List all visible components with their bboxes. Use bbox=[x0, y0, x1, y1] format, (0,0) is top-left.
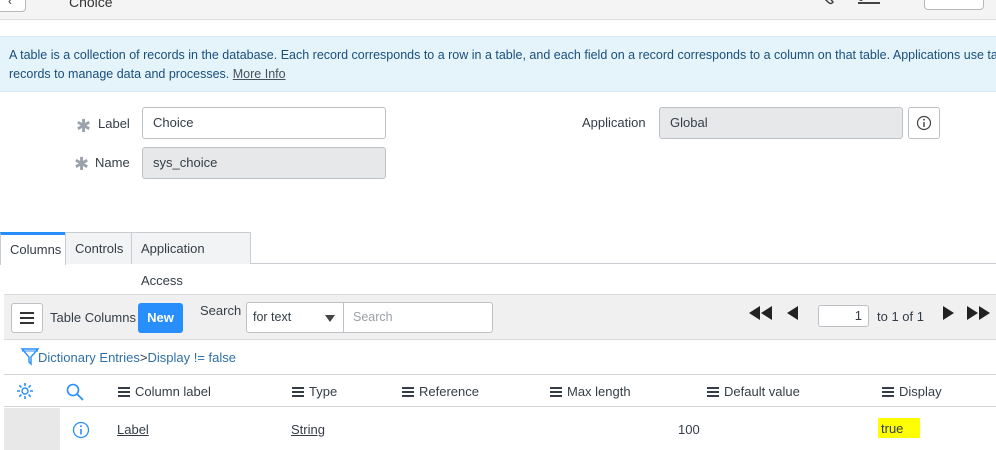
table-row: Label String 100 true bbox=[4, 408, 996, 450]
search-field-select[interactable]: for text bbox=[246, 302, 344, 333]
info-icon[interactable] bbox=[72, 421, 90, 439]
list-title: Table Columns bbox=[50, 310, 136, 325]
cell-column-label[interactable]: Label bbox=[117, 422, 149, 437]
column-header-text: Max length bbox=[567, 384, 631, 399]
column-menu-icon[interactable] bbox=[292, 386, 304, 397]
activity-icon[interactable] bbox=[858, 0, 880, 6]
breadcrumb-root[interactable]: Dictionary Entries bbox=[38, 350, 140, 365]
row-select-gutter[interactable] bbox=[4, 408, 60, 450]
record-header: ‹ Choice bbox=[0, 0, 996, 20]
name-field-label: Name bbox=[95, 155, 130, 170]
column-menu-icon[interactable] bbox=[550, 386, 562, 397]
back-button[interactable]: ‹ bbox=[0, 0, 26, 12]
hamburger-icon bbox=[20, 312, 34, 314]
column-header-column-label[interactable]: Column label bbox=[118, 384, 211, 399]
filter-icon[interactable] bbox=[20, 346, 40, 366]
column-header-text: Reference bbox=[419, 384, 479, 399]
column-header-max-length[interactable]: Max length bbox=[550, 384, 631, 399]
column-header-text: Type bbox=[309, 384, 338, 399]
page-count: to 1 of 1 bbox=[877, 309, 924, 324]
tab-controls[interactable]: Controls bbox=[65, 232, 132, 264]
label-input[interactable]: Choice bbox=[142, 107, 386, 139]
column-header-text: Display bbox=[899, 384, 942, 399]
form-menu-icon[interactable] bbox=[38, 0, 58, 4]
related-list-tabs: Columns Controls Application Access bbox=[0, 232, 996, 288]
list-menu-button[interactable] bbox=[11, 303, 43, 333]
column-header-text: Default value bbox=[724, 384, 800, 399]
tab-application-access[interactable]: Application Access bbox=[131, 232, 251, 288]
search-label: Search bbox=[200, 303, 242, 318]
column-header-default-value[interactable]: Default value bbox=[707, 384, 800, 399]
banner-text-line2: records to manage data and processes. Mo… bbox=[9, 65, 986, 84]
info-icon bbox=[916, 115, 932, 131]
name-input: sys_choice bbox=[142, 147, 386, 179]
page-number-input[interactable]: 1 bbox=[818, 305, 869, 327]
search-input[interactable]: Search bbox=[343, 302, 493, 333]
required-asterisk-icon: ✱ bbox=[76, 116, 92, 136]
cell-max-length: 100 bbox=[678, 422, 700, 437]
first-page-icon[interactable] bbox=[748, 306, 774, 320]
banner-text: records to manage data and processes. bbox=[9, 67, 230, 81]
hamburger-icon-line bbox=[20, 322, 34, 324]
caret-down-icon bbox=[325, 315, 335, 322]
breadcrumb: Dictionary Entries>Display != false bbox=[18, 344, 236, 370]
column-menu-icon[interactable] bbox=[118, 386, 130, 397]
new-button[interactable]: New bbox=[138, 303, 183, 333]
application-info-button[interactable] bbox=[908, 107, 940, 139]
gear-icon[interactable] bbox=[16, 382, 34, 400]
info-banner: A table is a collection of records in th… bbox=[0, 36, 996, 92]
column-header-text: Column label bbox=[135, 384, 211, 399]
previous-page-icon[interactable] bbox=[786, 306, 799, 320]
hamburger-icon-line bbox=[20, 317, 34, 319]
application-input: Global bbox=[659, 107, 903, 139]
column-header-type[interactable]: Type bbox=[292, 384, 337, 399]
column-menu-icon[interactable] bbox=[882, 386, 894, 397]
column-menu-icon[interactable] bbox=[707, 386, 719, 397]
search-field-value: for text bbox=[253, 310, 292, 324]
attachment-icon[interactable] bbox=[818, 0, 836, 6]
tab-columns[interactable]: Columns bbox=[0, 232, 66, 265]
table-header: Column label Type Reference Max length D… bbox=[4, 374, 996, 407]
column-menu-icon[interactable] bbox=[402, 386, 414, 397]
column-header-display[interactable]: Display bbox=[882, 384, 942, 399]
breadcrumb-filter[interactable]: Display != false bbox=[147, 350, 236, 365]
cell-type[interactable]: String bbox=[291, 422, 325, 437]
column-header-reference[interactable]: Reference bbox=[402, 384, 479, 399]
chevron-left-icon: ‹ bbox=[8, 0, 12, 8]
banner-text-line1: A table is a collection of records in th… bbox=[9, 48, 996, 62]
page-title: Choice bbox=[69, 0, 113, 10]
update-button[interactable] bbox=[924, 0, 984, 10]
more-info-link[interactable]: More Info bbox=[233, 67, 286, 81]
cell-display: true bbox=[878, 418, 920, 438]
next-page-icon[interactable] bbox=[942, 306, 955, 320]
label-field-label: Label bbox=[98, 116, 130, 131]
required-asterisk-icon: ✱ bbox=[74, 154, 90, 174]
list-toolbar: Table Columns New Search for text Search… bbox=[4, 294, 996, 340]
breadcrumb-trail: Dictionary Entries>Display != false bbox=[38, 350, 236, 365]
search-icon[interactable] bbox=[66, 383, 84, 401]
application-field-label: Application bbox=[582, 115, 646, 130]
last-page-icon[interactable] bbox=[966, 306, 992, 320]
